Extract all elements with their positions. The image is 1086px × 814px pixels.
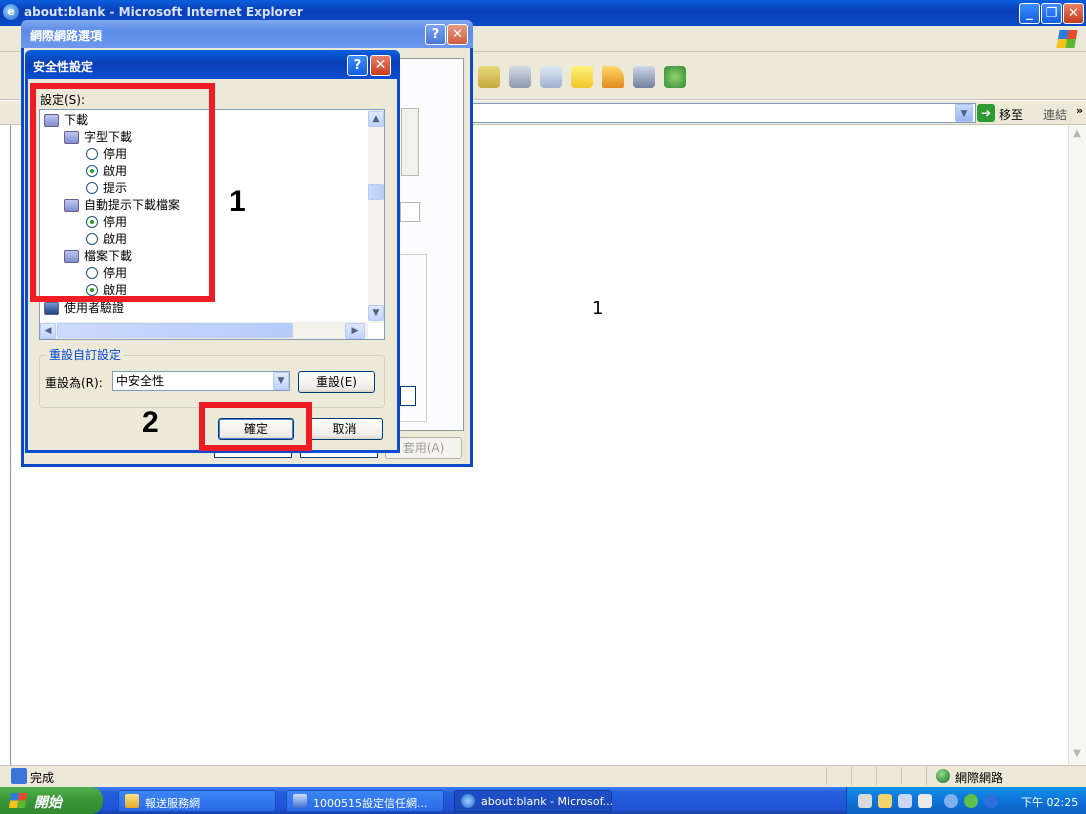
annotation-step-1: 1 xyxy=(229,185,246,218)
pen-tray-icon[interactable] xyxy=(878,794,892,808)
windows-logo-icon xyxy=(1056,30,1078,48)
status-divider xyxy=(851,767,852,785)
scroll-up-icon[interactable]: ▲ xyxy=(1070,128,1084,142)
task-label: about:blank - Microsof... xyxy=(481,795,614,808)
ie-window-title: about:blank - Microsoft Internet Explore… xyxy=(24,5,303,19)
research-icon[interactable] xyxy=(633,66,655,88)
status-bar xyxy=(0,765,1086,787)
status-divider xyxy=(901,767,902,785)
reset-button[interactable]: 重設(E) xyxy=(298,371,375,393)
status-text: 完成 xyxy=(30,771,55,785)
status-divider xyxy=(876,767,877,785)
options-close-button[interactable]: ✕ xyxy=(447,24,468,45)
security-zone-label: 網際網路 xyxy=(955,771,1004,785)
go-button[interactable]: 移至 xyxy=(999,106,1023,123)
tree-scroll-down-icon[interactable]: ▼ xyxy=(368,305,384,321)
minimize-button[interactable]: _ xyxy=(1019,3,1040,24)
links-chevron-icon[interactable]: » xyxy=(1076,104,1083,117)
annotation-box-ok xyxy=(199,402,312,451)
page-done-icon xyxy=(11,768,27,784)
zone-list-scrollbar[interactable] xyxy=(401,108,419,176)
reset-level-select[interactable]: 中安全性 xyxy=(112,371,290,391)
task-button-portal[interactable]: 報送服務網 xyxy=(118,790,276,812)
sites-button[interactable] xyxy=(400,202,420,222)
note-icon[interactable] xyxy=(571,66,593,88)
custom-level-button[interactable] xyxy=(400,386,416,406)
reset-level-dropdown-icon[interactable]: ▼ xyxy=(273,372,289,390)
clock: 下午 02:25 xyxy=(1021,796,1079,809)
restore-button[interactable]: ❐ xyxy=(1041,3,1062,24)
ie-icon xyxy=(461,794,475,808)
security-help-button[interactable]: ? xyxy=(347,55,368,76)
task-button-word[interactable]: 1000515設定信任網... xyxy=(286,790,444,812)
options-help-button[interactable]: ? xyxy=(425,24,446,45)
audio-icon[interactable] xyxy=(984,794,998,808)
close-button[interactable]: ✕ xyxy=(1063,3,1084,24)
status-divider xyxy=(926,767,927,785)
security-settings-title: 安全性設定 xyxy=(33,60,94,74)
task-button-ie[interactable]: about:blank - Microsof... xyxy=(454,790,614,812)
folder-icon xyxy=(125,794,139,808)
task-label: 1000515設定信任網... xyxy=(313,797,428,810)
ie-app-icon: e xyxy=(3,4,19,20)
internet-options-title-bar: 網際網路選項 xyxy=(21,20,473,48)
handwriting-icon[interactable] xyxy=(918,794,932,808)
status-divider xyxy=(826,767,827,785)
reset-group-label: 重設自訂設定 xyxy=(46,346,125,363)
start-button[interactable]: 開始 xyxy=(0,787,103,814)
annotation-box-settings xyxy=(30,83,215,302)
windows-flag-icon xyxy=(8,793,28,808)
cancel-button[interactable]: 取消 xyxy=(306,418,383,440)
security-settings-title-bar: 安全性設定 xyxy=(25,50,400,79)
reset-to-label: 重設為(R): xyxy=(45,376,103,390)
print-icon[interactable] xyxy=(509,66,531,88)
page-number-annotation: 1 xyxy=(592,298,604,319)
tree-node-user-auth[interactable]: 使用者驗證 xyxy=(44,300,124,317)
tray-expand-icon[interactable] xyxy=(944,794,958,808)
task-label: 報送服務網 xyxy=(145,797,200,810)
tree-scroll-up-icon[interactable]: ▲ xyxy=(368,111,384,127)
start-label: 開始 xyxy=(34,795,62,811)
internet-zone-icon xyxy=(936,769,950,783)
annotation-step-2: 2 xyxy=(142,406,159,439)
mail-icon[interactable] xyxy=(478,66,500,88)
tree-node-label: 使用者驗證 xyxy=(64,301,125,315)
internet-options-title: 網際網路選項 xyxy=(30,29,103,43)
scroll-down-icon[interactable]: ▼ xyxy=(1070,748,1084,762)
address-input[interactable] xyxy=(470,103,976,123)
go-arrow-icon[interactable]: ➔ xyxy=(977,104,995,122)
tree-scroll-left-icon[interactable]: ◀ xyxy=(40,323,56,339)
messenger-icon[interactable] xyxy=(664,66,686,88)
tree-hscroll-thumb[interactable] xyxy=(57,323,293,338)
page-scrollbar[interactable] xyxy=(1068,125,1086,765)
word-doc-icon xyxy=(293,794,307,808)
links-label[interactable]: 連結 xyxy=(1043,106,1067,123)
security-close-button[interactable]: ✕ xyxy=(370,55,391,76)
user-auth-icon xyxy=(44,302,59,315)
network-icon[interactable] xyxy=(964,794,978,808)
tree-scroll-thumb[interactable] xyxy=(368,184,384,200)
keyboard-icon[interactable] xyxy=(858,794,872,808)
edit-icon[interactable] xyxy=(540,66,562,88)
address-dropdown-icon[interactable]: ▼ xyxy=(955,104,973,122)
pen-icon[interactable] xyxy=(602,66,624,88)
tree-vertical-scrollbar[interactable] xyxy=(368,110,384,323)
tree-scroll-right-icon[interactable]: ▶ xyxy=(345,323,365,339)
ime-icon[interactable] xyxy=(898,794,912,808)
